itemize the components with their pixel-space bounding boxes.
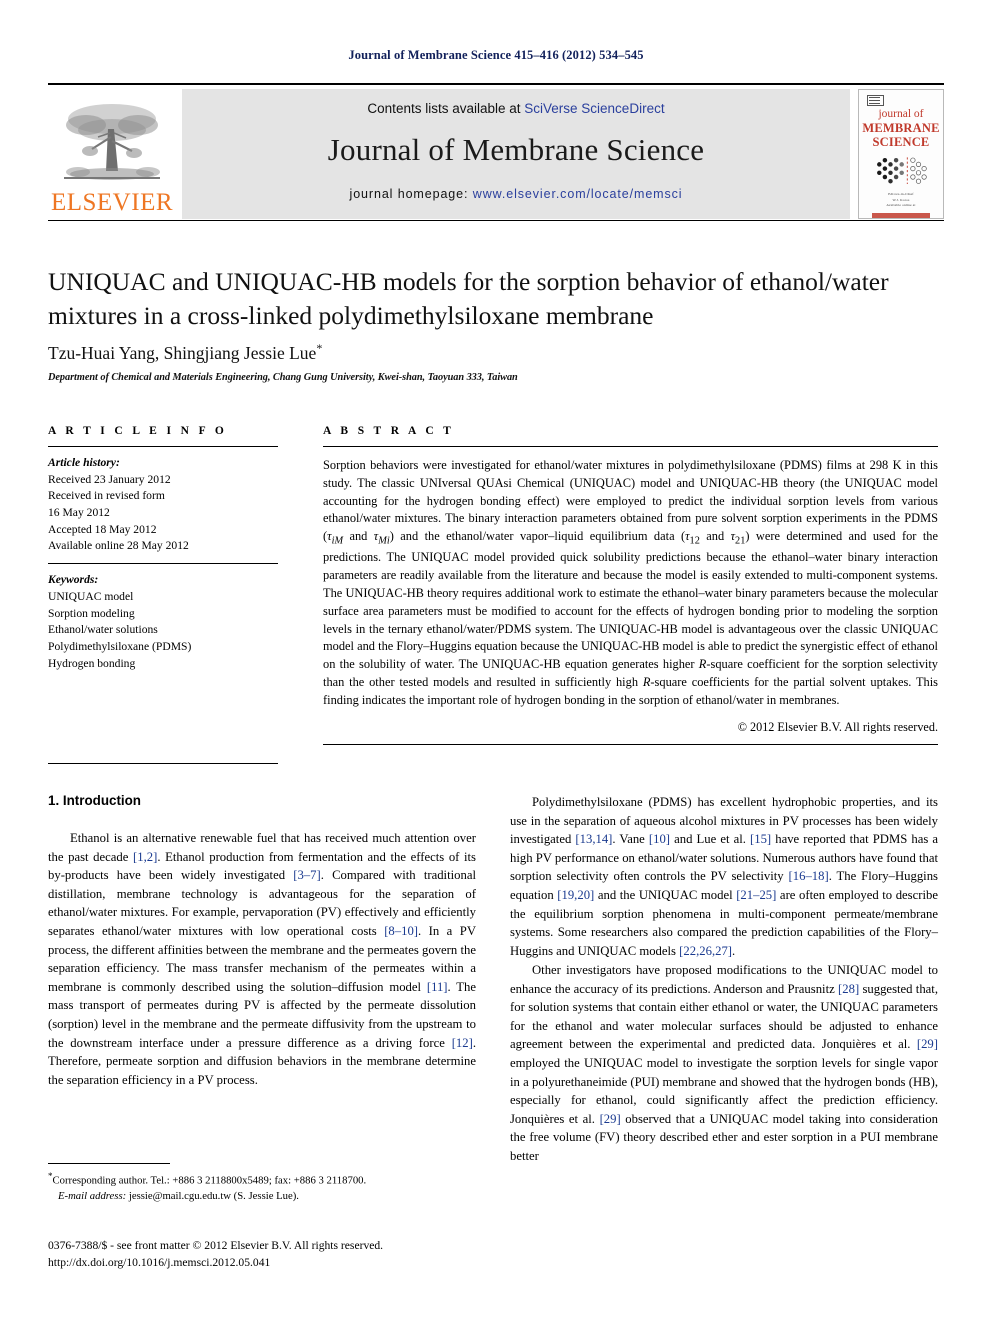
sciencedirect-link[interactable]: SciVerse ScienceDirect	[524, 101, 664, 116]
footnote-line-2: E-mail address: jessie@mail.cgu.edu.tw (…	[48, 1189, 478, 1204]
email-label: E-mail address:	[58, 1189, 127, 1202]
paragraph: Polydimethylsiloxane (PDMS) has excellen…	[510, 795, 939, 958]
journal-homepage-link[interactable]: www.elsevier.com/locate/memsci	[473, 187, 683, 201]
author-names: Tzu-Huai Yang, Shingjiang Jessie Lue	[48, 342, 317, 363]
imprint-block: 0376-7388/$ - see front matter © 2012 El…	[48, 1238, 518, 1272]
cover-line-2: MEMBRANE	[862, 120, 940, 135]
cover-foot-1: Editors-in-Chief	[888, 191, 914, 196]
citation-reference[interactable]: [22,26,27]	[679, 944, 732, 958]
paragraph: Other investigators have proposed modifi…	[510, 962, 938, 1164]
corresponding-author-text: Corresponding author. Tel.: +886 3 21188…	[52, 1174, 367, 1187]
corresponding-author-marker: *	[316, 341, 323, 355]
journal-homepage-line: journal homepage: www.elsevier.com/locat…	[350, 187, 683, 201]
corresponding-author-footnote: *Corresponding author. Tel.: +886 3 2118…	[48, 1170, 478, 1204]
history-item: Received in revised form	[48, 489, 165, 503]
article-info-heading: A R T I C L E I N F O	[48, 425, 228, 437]
journal-title: Journal of Membrane Science	[327, 132, 705, 167]
footnote-rule	[48, 1163, 170, 1164]
citation-reference[interactable]: [29]	[917, 1037, 938, 1051]
keyword-item: UNIQUAC model	[48, 589, 134, 603]
citation-reference[interactable]: [16–18]	[789, 869, 829, 883]
keywords-block: Keywords: UNIQUAC model Sorption modelin…	[48, 563, 278, 672]
abstract-bottom-rule	[323, 743, 938, 745]
citation-reference[interactable]: [21–25]	[736, 888, 776, 902]
footnote-line-1: *Corresponding author. Tel.: +886 3 2118…	[48, 1170, 478, 1189]
running-head: Journal of Membrane Science 415–416 (201…	[348, 48, 644, 62]
page-title: UNIQUAC and UNIQUAC-HB models for the so…	[48, 267, 889, 330]
article-info-rule	[48, 446, 278, 447]
elsevier-logo: ELSEVIER	[48, 89, 176, 219]
history-item: Received 23 January 2012	[48, 472, 171, 486]
citation-reference[interactable]: [19,20]	[557, 888, 594, 902]
section-heading-introduction: 1. Introduction	[48, 793, 141, 808]
cover-foot-3: Available online at	[886, 203, 916, 208]
paper-page: Journal of Membrane Science 415–416 (201…	[0, 0, 992, 1323]
body-column-left: 1. Introduction Ethanol is an alternativ…	[48, 793, 476, 1090]
journal-banner: Contents lists available at SciVerse Sci…	[182, 89, 850, 219]
article-info-bottom-rule	[48, 763, 278, 764]
citation-reference[interactable]: [15]	[750, 832, 771, 846]
elsevier-tree-icon	[64, 104, 160, 180]
cover-color-band	[872, 213, 930, 218]
citation-reference[interactable]: [28]	[838, 982, 859, 996]
cover-molecule-graphic	[877, 157, 927, 185]
history-item: 16 May 2012	[48, 506, 110, 520]
abstract-heading: A B S T R A C T	[323, 425, 455, 437]
keyword-item: Hydrogen bonding	[48, 656, 136, 670]
history-item: Accepted 18 May 2012	[48, 522, 157, 536]
abstract-copyright: © 2012 Elsevier B.V. All rights reserved…	[737, 719, 938, 734]
article-history-label: Article history:	[48, 456, 120, 469]
email-address[interactable]: jessie@mail.cgu.edu.tw (S. Jessie Lue).	[129, 1190, 299, 1202]
journal-cover-thumbnail: journal of MEMBRANE SCIENCE Editors-in-C…	[858, 89, 944, 219]
keyword-item: Polydimethylsiloxane (PDMS)	[48, 639, 192, 653]
contents-prefix: Contents lists available at	[367, 101, 525, 116]
contents-available-line: Contents lists available at SciVerse Sci…	[367, 101, 664, 116]
abstract-top-rule	[323, 446, 938, 447]
cover-line-3: SCIENCE	[872, 134, 930, 149]
citation-reference[interactable]: [12]	[452, 1036, 473, 1050]
citation-reference[interactable]: [11]	[427, 980, 448, 994]
citation-reference[interactable]: [3–7]	[293, 868, 320, 882]
author-list: Tzu-Huai Yang, Shingjiang Jessie Lue*	[48, 341, 322, 364]
masthead-bottom-rule	[48, 220, 944, 221]
affiliation: Department of Chemical and Materials Eng…	[48, 372, 518, 383]
abstract-column: A B S T R A C T Sorption behaviors were …	[323, 425, 938, 745]
keyword-item: Ethanol/water solutions	[48, 623, 158, 637]
citation-reference[interactable]: [29]	[600, 1112, 621, 1126]
citation-reference[interactable]: [8–10]	[384, 924, 418, 938]
citation-reference[interactable]: [1,2]	[133, 850, 157, 864]
issn-copyright-line: 0376-7388/$ - see front matter © 2012 El…	[48, 1239, 384, 1252]
elsevier-wordmark: ELSEVIER	[50, 189, 174, 216]
citation-reference[interactable]: [10]	[649, 832, 670, 846]
cover-line-1: journal of	[878, 108, 924, 121]
citation-reference[interactable]: [13,14]	[575, 832, 612, 846]
body-column-right: Polydimethylsiloxane (PDMS) has excellen…	[510, 793, 938, 1166]
keywords-label: Keywords:	[48, 573, 99, 587]
keyword-item: Sorption modeling	[48, 606, 135, 620]
homepage-prefix: journal homepage:	[349, 187, 473, 201]
article-info-column: A R T I C L E I N F O Article history: R…	[48, 425, 278, 672]
abstract-text: Sorption behaviors were investigated for…	[323, 458, 938, 707]
cover-footer-text: Editors-in-Chief W.J. Koros Available on…	[886, 192, 915, 209]
paragraph: Ethanol is an alternative renewable fuel…	[48, 831, 476, 1087]
journal-masthead: ELSEVIER Contents lists available at Sci…	[48, 83, 944, 219]
article-history-block: Article history: Received 23 January 201…	[48, 455, 278, 555]
history-item: Available online 28 May 2012	[48, 539, 189, 553]
doi-link[interactable]: http://dx.doi.org/10.1016/j.memsci.2012.…	[48, 1255, 518, 1272]
elsevier-mark-icon	[866, 95, 884, 107]
